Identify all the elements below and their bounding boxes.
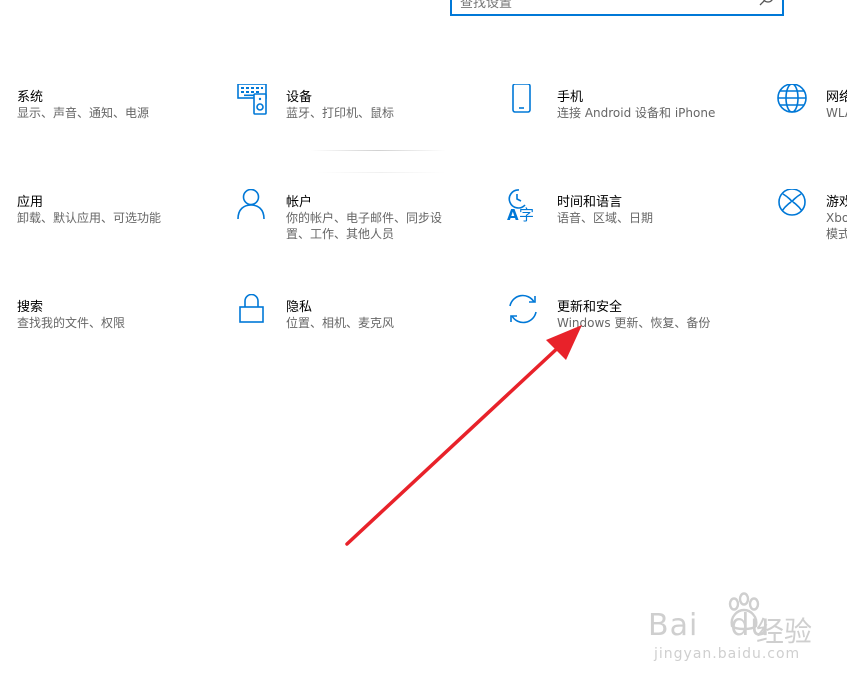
tile-update-security[interactable]: 更新和安全 Windows 更新、恢复、备份 [507, 294, 767, 384]
tile-devices-desc: 蓝牙、打印机、鼠标 [286, 106, 395, 120]
tile-accounts[interactable]: 帐户 你的帐户、电子邮件、同步设 置、工作、其他人员 [236, 189, 496, 279]
globe-icon [777, 84, 807, 113]
tile-network-title: 网络 [826, 90, 847, 105]
tile-phone[interactable]: 手机 连接 Android 设备和 iPhone [507, 84, 767, 174]
tile-phone-desc: 连接 Android 设备和 iPhone [557, 106, 716, 120]
xbox-icon [778, 189, 806, 216]
svg-text:A: A [507, 206, 519, 224]
search-icon [759, 0, 773, 6]
tile-update-security-desc: Windows 更新、恢复、备份 [557, 316, 711, 330]
tile-time-language[interactable]: A 字 时间和语言 语音、区域、日期 [507, 189, 767, 279]
baidu-jingyan-watermark: Bai du 经验 jingyan.baidu.com [648, 592, 828, 672]
tile-apps-title: 应用 [17, 195, 44, 210]
devices-icon [237, 84, 267, 115]
tile-accounts-desc: 你的帐户、电子邮件、同步设 置、工作、其他人员 [286, 211, 443, 241]
tile-devices[interactable]: 设备 蓝牙、打印机、鼠标 [236, 84, 496, 174]
tile-gaming-title: 游戏 [826, 195, 847, 210]
tile-search-desc: 查找我的文件、权限 [17, 316, 126, 330]
tile-update-security-title: 更新和安全 [557, 300, 623, 315]
tile-network-desc: WLA [826, 106, 847, 120]
watermark-url: jingyan.baidu.com [654, 646, 801, 662]
tile-privacy-title: 隐私 [286, 300, 313, 315]
time-language-icon: A 字 [507, 189, 534, 224]
tile-network[interactable]: 网络 WLA [776, 84, 847, 174]
tile-accounts-title: 帐户 [286, 195, 313, 210]
sync-icon [509, 294, 537, 324]
tile-time-language-title: 时间和语言 [557, 195, 623, 210]
watermark-jingyan: 经验 [756, 615, 813, 648]
tile-gaming[interactable]: 游戏 Xbo 模式 [776, 189, 847, 279]
tile-apps-desc: 卸载、默认应用、可选功能 [17, 211, 162, 225]
tile-phone-title: 手机 [557, 90, 584, 105]
tile-privacy-desc: 位置、相机、麦克风 [286, 316, 395, 330]
divider [310, 150, 446, 151]
divider [316, 172, 446, 173]
phone-icon [512, 84, 531, 113]
lock-icon [239, 294, 264, 323]
tile-system-desc: 显示、声音、通知、电源 [17, 106, 150, 120]
svg-text:字: 字 [519, 206, 534, 224]
tile-gaming-desc: Xbo 模式 [826, 211, 847, 241]
tile-privacy[interactable]: 隐私 位置、相机、麦克风 [236, 294, 496, 384]
tile-devices-title: 设备 [286, 90, 313, 105]
person-icon [237, 189, 265, 220]
tile-system-title: 系统 [17, 90, 44, 105]
tile-time-language-desc: 语音、区域、日期 [557, 211, 654, 225]
search-placeholder: 查找设置 [460, 0, 513, 11]
tile-search-title: 搜索 [17, 300, 44, 315]
search-settings-input[interactable]: 查找设置 [450, 0, 784, 16]
